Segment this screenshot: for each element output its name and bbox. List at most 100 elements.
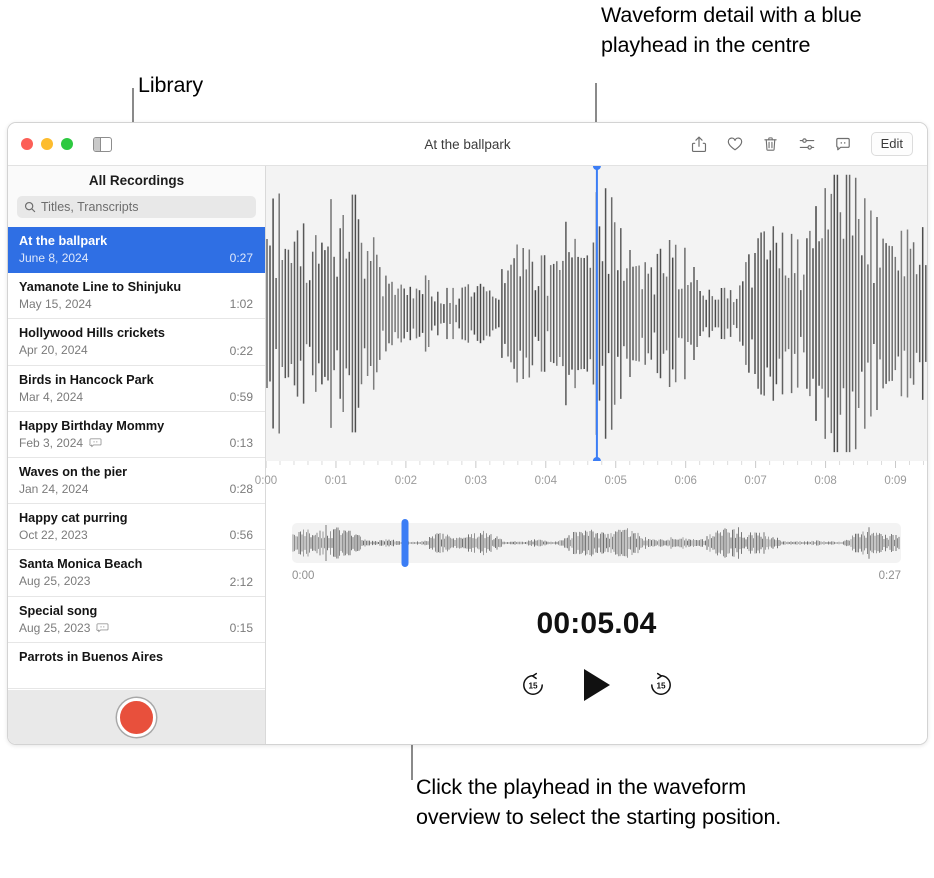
- minimize-button[interactable]: [41, 138, 53, 150]
- share-icon[interactable]: [689, 134, 709, 155]
- zoom-button[interactable]: [61, 138, 73, 150]
- skip-back-15-icon[interactable]: 15: [520, 672, 546, 698]
- waveform-overview-bars: [292, 525, 900, 561]
- playhead-overview[interactable]: [401, 519, 409, 567]
- overview-time-labels: 0:00 0:27: [292, 570, 901, 582]
- close-button[interactable]: [21, 138, 33, 150]
- ruler-tick-label: 0:00: [254, 475, 278, 487]
- recording-date: Aug 25, 2023: [19, 620, 91, 635]
- recording-row[interactable]: Birds in Hancock Park Mar 4, 2024 0:59: [8, 366, 265, 412]
- transcript-bubble-icon: [89, 437, 102, 449]
- recording-subtitle: Mar 4, 2024: [19, 390, 253, 405]
- svg-text:15: 15: [656, 682, 666, 691]
- recording-date: Aug 25, 2023: [19, 574, 91, 589]
- recording-date: Mar 4, 2024: [19, 389, 84, 404]
- search-field[interactable]: [17, 196, 256, 218]
- recording-subtitle: Jan 24, 2024: [19, 482, 253, 497]
- recording-title: Special song: [19, 603, 98, 618]
- window-controls: [21, 138, 73, 150]
- window-titlebar: At the ballpark Edit: [8, 123, 927, 166]
- audio-sliders-icon[interactable]: [797, 134, 817, 155]
- recording-subtitle: Feb 3, 2024: [19, 436, 253, 451]
- voice-memos-window: At the ballpark Edit All Recordings Titl…: [7, 122, 928, 745]
- overview-end-time: 0:27: [878, 570, 901, 582]
- transcript-bubble-icon: [96, 622, 109, 634]
- recording-date: June 8, 2024: [19, 251, 89, 265]
- recording-row[interactable]: Waves on the pier Jan 24, 2024 0:28: [8, 458, 265, 505]
- recording-subtitle: Aug 25, 2023: [19, 621, 253, 636]
- recording-date: May 15, 2024: [19, 297, 92, 312]
- window-body: All Recordings At the ballpark June 8, 20…: [8, 166, 927, 744]
- recording-title: Waves on the pier: [19, 464, 128, 479]
- playhead-detail[interactable]: [595, 166, 598, 461]
- ruler-tick-label: 0:04: [534, 475, 557, 487]
- recording-title: Happy cat purring: [19, 511, 128, 526]
- recording-duration: 0:27: [229, 251, 253, 266]
- skip-forward-15-icon[interactable]: 15: [648, 672, 674, 698]
- ruler-tick-label: 0:05: [604, 475, 627, 487]
- callout-playhead-click: Click the playhead in the waveform overv…: [416, 775, 782, 829]
- waveform-overview-area: 0:00 0:27: [266, 501, 927, 582]
- trash-icon[interactable]: [761, 134, 781, 155]
- ruler-tick-label: 0:09: [884, 475, 907, 487]
- play-button[interactable]: [583, 669, 610, 701]
- recording-subtitle: Apr 20, 2024: [19, 343, 253, 358]
- ruler-tick-label: 0:06: [674, 475, 697, 487]
- recording-title: Happy Birthday Mommy: [19, 418, 165, 433]
- callout-waveform-detail: Waveform detail with a blue playhead in …: [601, 3, 862, 57]
- heart-icon[interactable]: [725, 134, 745, 155]
- recording-duration: 0:13: [229, 435, 253, 450]
- recording-duration: 0:22: [229, 343, 253, 358]
- recording-duration: 0:56: [229, 528, 253, 543]
- recording-title: Yamanote Line to Shinjuku: [19, 280, 182, 295]
- recording-row[interactable]: At the ballpark June 8, 2024 0:27: [8, 227, 265, 274]
- recording-subtitle: Aug 25, 2023: [19, 574, 253, 589]
- recording-title: Hollywood Hills crickets: [19, 326, 165, 341]
- recording-title: Parrots in Buenos Aires: [19, 649, 164, 664]
- sidebar: All Recordings At the ballpark June 8, 20…: [8, 166, 266, 744]
- recording-date: Jan 24, 2024: [19, 481, 89, 496]
- recording-row[interactable]: Hollywood Hills crickets Apr 20, 2024 0:22: [8, 319, 265, 366]
- recording-row[interactable]: Yamanote Line to Shinjuku May 15, 2024 1:0…: [8, 273, 265, 320]
- callout-library: Library: [138, 73, 204, 97]
- edit-button[interactable]: Edit: [870, 132, 913, 156]
- recording-date: Feb 3, 2024: [19, 435, 84, 450]
- recording-subtitle: June 8, 2024: [19, 251, 253, 266]
- recording-row[interactable]: Happy Birthday Mommy Feb 3, 2024 0:13: [8, 412, 265, 458]
- search-input[interactable]: [41, 200, 249, 214]
- recording-title: At the ballpark: [19, 234, 108, 248]
- recordings-list[interactable]: At the ballpark June 8, 2024 0:27 Yamanote …: [8, 227, 265, 690]
- svg-text:15: 15: [528, 682, 538, 691]
- timeline-ruler[interactable]: 0:00 0:01 0:02 0:03 0:04 0:05 0:06 0:07 0:08 0:09: [255, 461, 927, 501]
- toolbar: Edit: [689, 132, 913, 156]
- recording-row[interactable]: Special song Aug 25, 2023 0:15: [8, 597, 265, 643]
- ruler-tick-label: 0:07: [744, 475, 767, 487]
- ruler-tick-label: 0:01: [324, 475, 348, 487]
- transport-controls: 15 15: [266, 669, 927, 701]
- player-pane: 0:00 0:01 0:02 0:03 0:04 0:05 0:06 0:07 0:08 0:09…: [255, 166, 927, 744]
- ruler-tick-label: 0:02: [394, 475, 418, 487]
- sidebar-toggle-icon[interactable]: [93, 136, 112, 152]
- recording-duration: 1:02: [229, 297, 253, 312]
- recording-row[interactable]: Happy cat purring Oct 22, 2023 0:56: [8, 504, 265, 551]
- recording-row[interactable]: Parrots in Buenos Aires: [8, 643, 265, 689]
- recording-duration: 0:59: [229, 389, 253, 404]
- recording-date: Apr 20, 2024: [19, 343, 88, 358]
- recording-duration: 0:15: [229, 620, 253, 635]
- recording-date: Oct 22, 2023: [19, 528, 88, 543]
- overview-start-time: 0:00: [292, 570, 315, 582]
- recording-row[interactable]: Santa Monica Beach Aug 25, 2023 2:12: [8, 550, 265, 597]
- recording-title: Birds in Hancock Park: [19, 372, 154, 387]
- transcript-bubble-icon[interactable]: [833, 134, 853, 155]
- search-icon: [24, 201, 36, 213]
- sidebar-header: All Recordings: [8, 166, 265, 227]
- ruler-tick-label: 0:03: [464, 475, 488, 487]
- record-button[interactable]: [117, 697, 156, 737]
- timecode-display: 00:05.04: [536, 607, 657, 640]
- waveform-detail[interactable]: [266, 166, 927, 461]
- record-bar: [8, 690, 265, 744]
- recording-duration: 2:12: [229, 574, 253, 589]
- waveform-overview[interactable]: [292, 519, 901, 567]
- recording-title: Santa Monica Beach: [19, 557, 143, 572]
- ruler-tick-label: 0:08: [814, 475, 837, 487]
